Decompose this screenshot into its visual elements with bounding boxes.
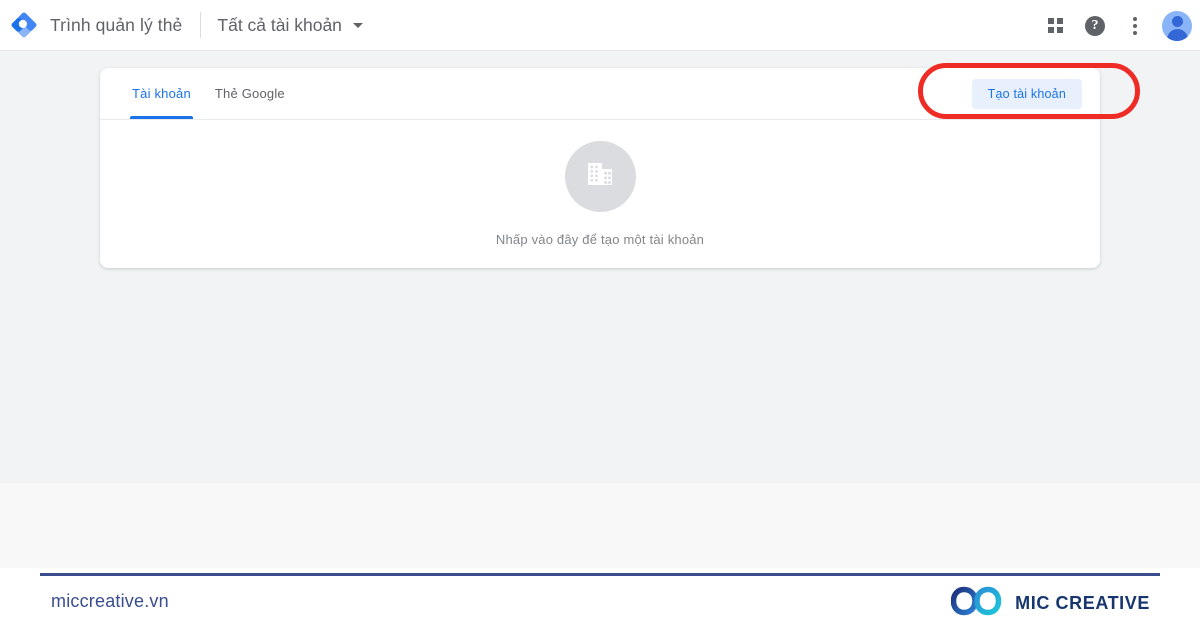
tab-accounts-label: Tài khoản: [132, 86, 191, 101]
main-content: Tài khoản Thẻ Google Tạo tài khoản Nhấp …: [0, 51, 1200, 483]
office-building-icon: [585, 160, 615, 193]
account-selector-label: Tất cả tài khoản: [217, 14, 342, 35]
app-header: Trình quản lý thẻ Tất cả tài khoản ?: [0, 0, 1200, 51]
empty-state-text: Nhấp vào đây để tạo một tài khoản: [495, 232, 705, 247]
avatar-body: [1166, 28, 1188, 41]
footer-brand-logo: MIC CREATIVE: [950, 586, 1150, 621]
card-header: Tài khoản Thẻ Google Tạo tài khoản: [100, 68, 1100, 120]
tab-google-tags[interactable]: Thẻ Google: [213, 68, 287, 119]
tab-accounts[interactable]: Tài khoản: [130, 68, 193, 119]
tab-google-tags-label: Thẻ Google: [214, 86, 285, 101]
accounts-card: Tài khoản Thẻ Google Tạo tài khoản Nhấp …: [100, 68, 1100, 268]
app-screen: Trình quản lý thẻ Tất cả tài khoản ? Tài…: [0, 0, 1200, 630]
tab-bar: Tài khoản Thẻ Google: [130, 68, 307, 119]
kebab-menu-icon: [1133, 16, 1137, 35]
empty-state-icon-circle: [564, 141, 636, 212]
apps-grid-button[interactable]: [1036, 7, 1074, 45]
more-options-button[interactable]: [1116, 7, 1154, 45]
footer-divider-rule: [40, 573, 1160, 576]
avatar-head: [1171, 15, 1183, 27]
footer-website-url: miccreative.vn: [51, 591, 169, 611]
header-actions: ?: [1036, 0, 1192, 51]
page-footer: miccreative.vn MIC CREATIVE: [0, 568, 1200, 630]
chevron-down-icon: [352, 22, 363, 28]
footer-brand-name: MIC CREATIVE: [1015, 593, 1150, 613]
account-selector[interactable]: Tất cả tài khoản: [217, 15, 363, 36]
mic-creative-infinity-logo: [950, 586, 1003, 621]
create-account-button[interactable]: Tạo tài khoản: [971, 79, 1082, 109]
lower-band: [0, 483, 1200, 568]
user-avatar[interactable]: [1162, 10, 1192, 41]
empty-state-create-account[interactable]: Nhấp vào đây để tạo một tài khoản: [100, 120, 1100, 268]
header-divider: [200, 12, 202, 38]
gtm-diamond-icon: [10, 11, 38, 39]
help-button[interactable]: ?: [1076, 7, 1114, 45]
brand-area: Trình quản lý thẻ: [0, 0, 182, 50]
product-title: Trình quản lý thẻ: [50, 14, 183, 35]
help-question-icon: ?: [1085, 15, 1105, 36]
apps-grid-icon: [1047, 18, 1063, 33]
